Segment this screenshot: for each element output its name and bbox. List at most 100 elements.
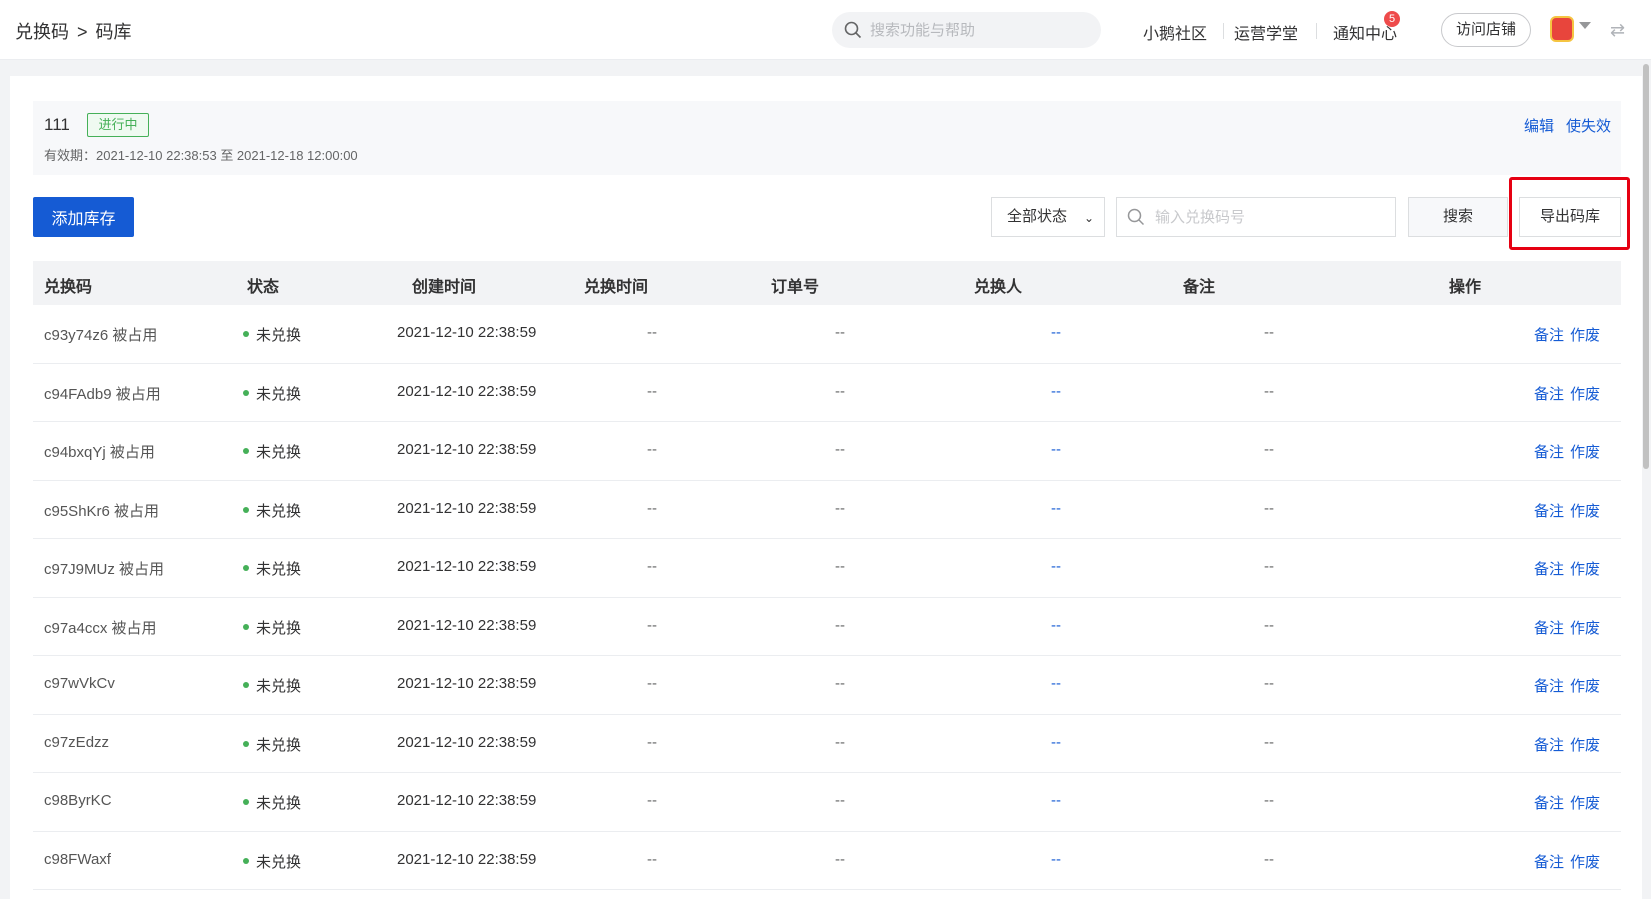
status-dot-icon	[243, 448, 249, 455]
cell-person[interactable]: --	[1051, 675, 1061, 692]
note-link[interactable]: 备注	[1534, 386, 1564, 403]
cell-actions: 备注 作废	[1534, 324, 1606, 345]
cell-order: --	[835, 850, 845, 868]
edit-link[interactable]: 编辑	[1524, 118, 1554, 135]
cell-person[interactable]: --	[1051, 441, 1061, 458]
note-link[interactable]: 备注	[1534, 795, 1564, 812]
global-search[interactable]	[832, 12, 1101, 48]
cell-person[interactable]: --	[1051, 734, 1061, 751]
note-link[interactable]: 备注	[1534, 854, 1564, 871]
breadcrumb: 兑换码 > 码库	[15, 18, 132, 44]
cell-created-time: 2021-12-10 22:38:59	[397, 675, 537, 692]
search-icon	[844, 21, 862, 39]
void-link[interactable]: 作废	[1570, 444, 1600, 461]
cell-person[interactable]: --	[1051, 383, 1061, 400]
cell-person[interactable]: --	[1051, 558, 1061, 575]
cell-note: --	[1264, 499, 1274, 517]
table-row: c94bxqYj 被占用 未兑换 2021-12-10 22:38:59 -- -- --…	[33, 422, 1621, 481]
cell-status: 未兑换	[243, 500, 301, 521]
cell-status: 未兑换	[243, 792, 301, 813]
cell-person[interactable]: --	[1051, 324, 1061, 341]
note-link[interactable]: 备注	[1534, 444, 1564, 461]
void-link[interactable]: 作废	[1570, 795, 1600, 812]
column-header-order: 订单号	[771, 279, 820, 296]
chevron-down-icon: ⌄	[1083, 211, 1094, 225]
cell-actions: 备注 作废	[1534, 792, 1606, 813]
note-link[interactable]: 备注	[1534, 327, 1564, 344]
void-link[interactable]: 作废	[1570, 854, 1600, 871]
note-link[interactable]: 备注	[1534, 620, 1564, 637]
scrollbar-thumb[interactable]	[1643, 64, 1649, 469]
global-search-input[interactable]	[870, 18, 1090, 42]
cell-person[interactable]: --	[1051, 617, 1061, 634]
cell-redeemed-time: --	[647, 616, 657, 634]
invalidate-link[interactable]: 使失效	[1566, 118, 1611, 135]
cell-note: --	[1264, 616, 1274, 634]
status-dot-icon	[243, 565, 249, 572]
divider	[1223, 23, 1224, 39]
status-dot-icon	[243, 506, 249, 513]
code-search-input[interactable]	[1155, 206, 1385, 228]
cell-created-time: 2021-12-10 22:38:59	[397, 792, 537, 809]
export-code-library-button[interactable]: 导出码库	[1519, 197, 1621, 237]
breadcrumb-item-redeem-code[interactable]: 兑换码	[15, 18, 69, 44]
cell-order: --	[835, 733, 845, 751]
status-filter-select[interactable]: 全部状态 ⌄	[991, 197, 1105, 237]
community-link[interactable]: 小鹅社区	[1143, 20, 1207, 44]
cell-note: --	[1264, 675, 1274, 692]
cell-order: --	[835, 616, 845, 634]
cell-note: --	[1264, 441, 1274, 458]
void-link[interactable]: 作废	[1570, 620, 1600, 637]
cell-created-time: 2021-12-10 22:38:59	[397, 382, 537, 400]
cell-person[interactable]: --	[1051, 500, 1061, 517]
void-link[interactable]: 作废	[1570, 561, 1600, 578]
cell-order: --	[835, 558, 845, 575]
cell-status: 未兑换	[243, 617, 301, 638]
column-header-created: 创建时间	[412, 279, 477, 296]
cell-note: --	[1264, 324, 1274, 341]
void-link[interactable]: 作废	[1570, 678, 1600, 695]
cell-person[interactable]: --	[1051, 851, 1061, 868]
add-stock-button[interactable]: 添加库存	[33, 197, 134, 237]
cell-note: --	[1264, 733, 1274, 751]
void-link[interactable]: 作废	[1570, 503, 1600, 520]
cell-actions: 备注 作废	[1534, 441, 1606, 462]
top-bar: 兑换码>码库 小鹅社区 运营学堂 通知中心 5 访问店铺 ⇄	[0, 0, 1651, 60]
cell-code: c97J9MUz 被占用	[44, 561, 165, 578]
note-link[interactable]: 备注	[1534, 503, 1564, 520]
column-header-redeemed: 兑换时间	[584, 279, 649, 296]
note-link[interactable]: 备注	[1534, 678, 1564, 695]
status-dot-icon	[243, 623, 249, 630]
cell-status: 未兑换	[243, 675, 301, 696]
status-text: 未兑换	[256, 736, 302, 754]
cell-created-time: 2021-12-10 22:38:59	[397, 733, 537, 751]
cell-actions: 备注 作废	[1534, 734, 1606, 755]
code-search-field[interactable]	[1116, 197, 1396, 237]
cell-created-time: 2021-12-10 22:38:59	[397, 441, 537, 458]
column-header-ops: 操作	[1449, 279, 1482, 296]
void-link[interactable]: 作废	[1570, 737, 1600, 754]
table-row: c94FAdb9 被占用 未兑换 2021-12-10 22:38:59 -- -- --…	[33, 364, 1621, 422]
note-link[interactable]: 备注	[1534, 561, 1564, 578]
status-dot-icon	[243, 331, 249, 338]
cell-redeemed-time: --	[647, 792, 657, 809]
cell-status: 未兑换	[243, 324, 301, 345]
switch-icon[interactable]: ⇄	[1610, 20, 1625, 41]
cell-redeemed-time: --	[647, 733, 657, 751]
status-text: 未兑换	[256, 853, 302, 871]
note-link[interactable]: 备注	[1534, 737, 1564, 754]
caret-down-icon[interactable]	[1579, 22, 1591, 29]
void-link[interactable]: 作废	[1570, 327, 1600, 344]
cell-order: --	[835, 324, 845, 341]
academy-link[interactable]: 运营学堂	[1234, 20, 1298, 44]
cell-actions: 备注 作废	[1534, 675, 1606, 696]
avatar[interactable]	[1550, 16, 1574, 42]
cell-person[interactable]: --	[1051, 792, 1061, 809]
search-button[interactable]: 搜索	[1408, 197, 1508, 237]
status-dot-icon	[243, 682, 249, 689]
void-link[interactable]: 作废	[1570, 386, 1600, 403]
cell-order: --	[835, 382, 845, 400]
breadcrumb-separator: >	[77, 22, 88, 42]
cell-code: c95ShKr6 被占用	[44, 502, 160, 520]
visit-store-button[interactable]: 访问店铺	[1441, 13, 1531, 47]
